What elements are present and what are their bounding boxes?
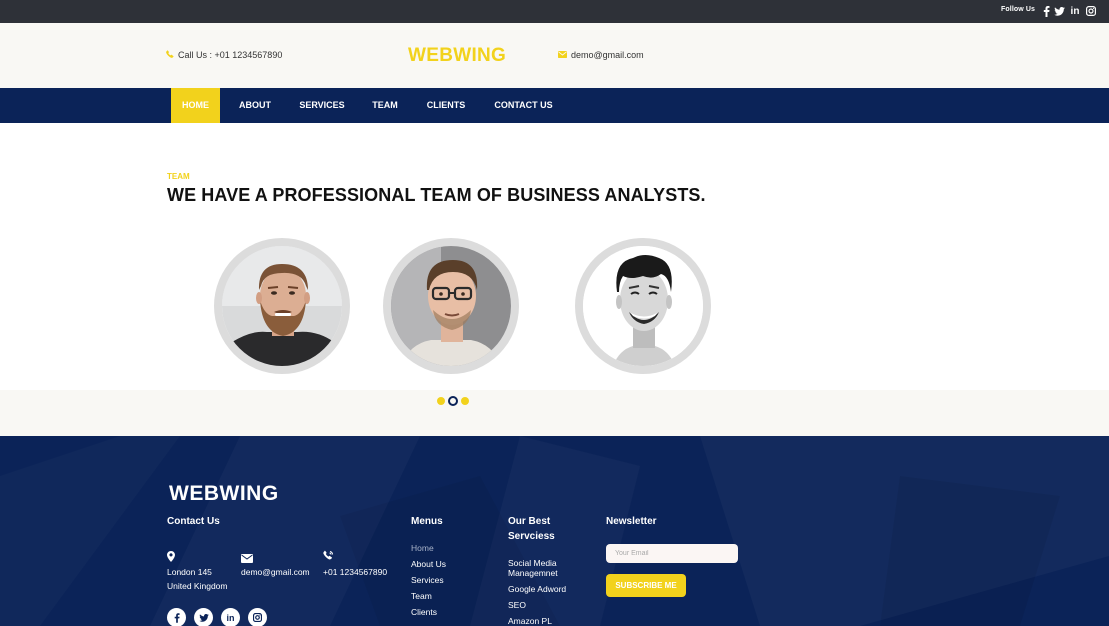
footer-menu-home[interactable]: Home: [411, 543, 434, 553]
services-heading-line1: Our Best: [508, 516, 551, 527]
footer-menu-about-us[interactable]: About Us: [411, 559, 446, 569]
instagram-icon[interactable]: [1085, 5, 1097, 17]
contact-address-line2: United Kingdom: [167, 581, 228, 591]
call-us-text: Call Us : +01 1234567890: [178, 50, 283, 60]
nav-item-contact-us[interactable]: CONTACT US: [486, 88, 561, 123]
newsletter-email-input[interactable]: [606, 544, 738, 563]
footer-menu-team[interactable]: Team: [411, 591, 432, 601]
contact-email[interactable]: demo@gmail.com: [241, 565, 310, 579]
phone-icon: [166, 50, 174, 60]
header-email-text: demo@gmail.com: [571, 50, 644, 60]
footer-menu-clients[interactable]: Clients: [411, 607, 437, 617]
menus-heading: Menus: [411, 516, 443, 527]
carousel-dot[interactable]: [461, 397, 469, 405]
site-logo[interactable]: WEBWING: [408, 45, 506, 67]
footer-menu-services[interactable]: Services: [411, 575, 444, 585]
call-us: Call Us : +01 1234567890: [166, 50, 282, 60]
facebook-icon[interactable]: [1040, 5, 1052, 17]
nav-item-services[interactable]: SERVICES: [292, 88, 352, 123]
section-title: WE HAVE A PROFESSIONAL TEAM OF BUSINESS …: [167, 185, 706, 205]
footer-logo[interactable]: WEBWING: [169, 482, 279, 506]
header-email[interactable]: demo@gmail.com: [558, 50, 644, 60]
nav-item-home[interactable]: HOME: [171, 88, 220, 123]
linkedin-icon[interactable]: in: [1069, 5, 1081, 17]
site-footer: WEBWING Contact Us London 145 United Kin…: [0, 436, 1109, 626]
follow-us-label: Follow Us: [1001, 6, 1035, 13]
carousel-band: [0, 390, 1109, 436]
footer-service-social-media[interactable]: Social Media Managemnet: [508, 558, 572, 578]
carousel-dot-active[interactable]: [448, 396, 458, 406]
nav-item-team[interactable]: TEAM: [364, 88, 406, 123]
footer-service-amazon-pl[interactable]: Amazon PL: [508, 616, 552, 626]
envelope-icon: [558, 50, 567, 60]
phone-icon: [323, 548, 334, 566]
services-heading-line2: Servciess: [508, 531, 555, 542]
nav-item-clients[interactable]: CLIENTS: [418, 88, 474, 123]
facebook-icon[interactable]: [167, 608, 186, 626]
nav-item-about[interactable]: ABOUT: [230, 88, 280, 123]
subscribe-button[interactable]: SUBSCRIBE ME: [606, 574, 686, 597]
contact-heading: Contact Us: [167, 516, 220, 527]
main-nav: HOME ABOUT SERVICES TEAM CLIENTS CONTACT…: [0, 88, 1109, 123]
contact-phone[interactable]: +01 1234567890: [323, 565, 387, 579]
newsletter-heading: Newsletter: [606, 516, 657, 527]
team-member-photo[interactable]: [575, 238, 711, 374]
top-bar: Follow Us in: [0, 0, 1109, 23]
twitter-icon[interactable]: [194, 608, 213, 626]
linkedin-icon[interactable]: in: [221, 608, 240, 626]
carousel-dot[interactable]: [437, 397, 445, 405]
site-header: Call Us : +01 1234567890 WEBWING demo@gm…: [0, 23, 1109, 88]
footer-service-google-adword[interactable]: Google Adword: [508, 584, 566, 594]
footer-service-seo[interactable]: SEO: [508, 600, 526, 610]
team-member-photo[interactable]: [214, 238, 350, 374]
instagram-icon[interactable]: [248, 608, 267, 626]
section-tag: TEAM: [167, 172, 190, 181]
twitter-icon[interactable]: [1053, 5, 1065, 17]
team-member-photo[interactable]: [383, 238, 519, 374]
contact-address-line1: London 145: [167, 567, 212, 577]
